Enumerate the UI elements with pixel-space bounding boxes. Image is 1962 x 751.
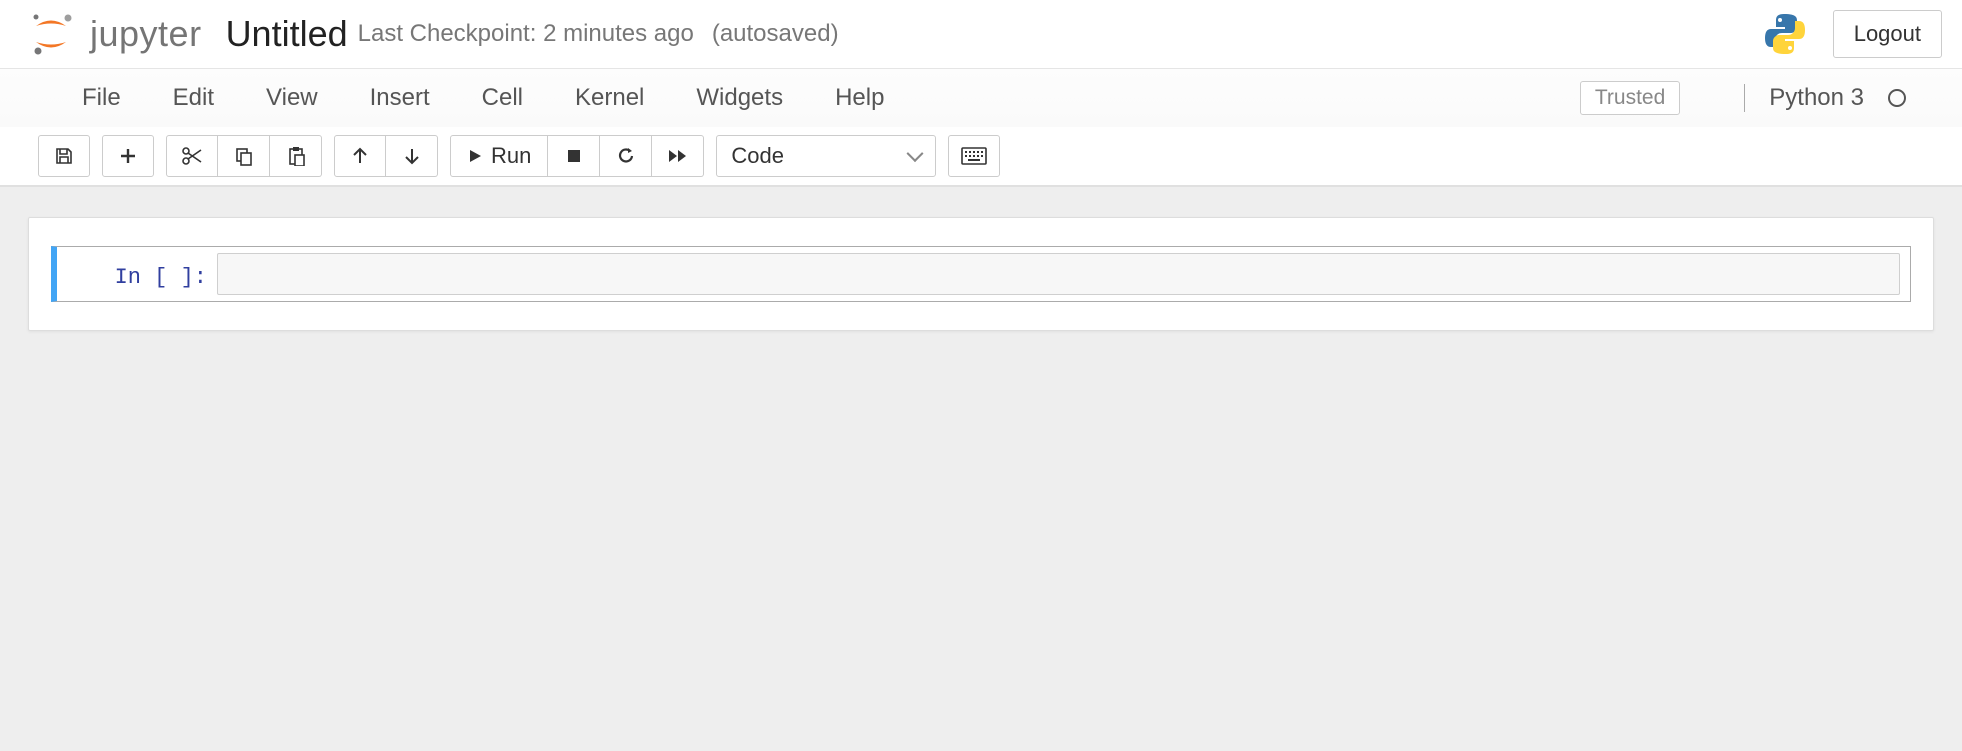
restart-button[interactable] [600,135,652,177]
copy-button[interactable] [218,135,270,177]
kernel-status-icon[interactable] [1888,89,1906,107]
move-down-button[interactable] [386,135,438,177]
kernel-name[interactable]: Python 3 [1769,84,1864,112]
menubar: File Edit View Insert Cell Kernel Widget… [28,69,1934,127]
menu-cell[interactable]: Cell [456,72,549,124]
jupyter-icon[interactable] [28,11,74,57]
run-button[interactable]: Run [450,135,548,177]
trusted-indicator[interactable]: Trusted [1580,81,1680,115]
python-icon [1761,10,1809,58]
plus-icon [118,146,138,166]
notebook-container: In [ ]: [28,217,1934,331]
cell-type-value: Code [731,143,784,169]
scissors-icon [181,146,203,166]
toolbar: Run Code [0,127,1962,186]
stop-icon [566,148,582,164]
autosave-status: (autosaved) [712,20,839,48]
keyboard-icon [961,147,987,165]
paste-button[interactable] [270,135,322,177]
insert-cell-button[interactable] [102,135,154,177]
menubar-container: File Edit View Insert Cell Kernel Widget… [0,69,1962,187]
menu-edit[interactable]: Edit [147,72,240,124]
checkpoint-status: Last Checkpoint: 2 minutes ago [358,20,694,48]
menu-insert[interactable]: Insert [344,72,456,124]
arrow-down-icon [403,147,421,165]
divider [1744,84,1745,112]
menu-widgets[interactable]: Widgets [670,72,809,124]
restart-icon [616,146,636,166]
logout-button[interactable]: Logout [1833,10,1942,58]
paste-icon [286,146,306,166]
cut-button[interactable] [166,135,218,177]
notebook-area: In [ ]: [0,187,1962,751]
copy-icon [234,146,254,166]
play-icon [467,148,483,164]
fast-forward-icon [667,148,689,164]
notebook-name[interactable]: Untitled [226,13,348,55]
menu-view[interactable]: View [240,72,344,124]
move-up-button[interactable] [334,135,386,177]
save-icon [54,146,74,166]
command-palette-button[interactable] [948,135,1000,177]
arrow-up-icon [351,147,369,165]
run-label: Run [491,143,531,169]
menu-kernel[interactable]: Kernel [549,72,670,124]
cell-input[interactable] [217,253,1900,295]
notebook-header: jupyter Untitled Last Checkpoint: 2 minu… [0,0,1962,69]
logo-area: jupyter [28,11,202,57]
restart-run-all-button[interactable] [652,135,704,177]
code-cell[interactable]: In [ ]: [51,246,1911,302]
interrupt-button[interactable] [548,135,600,177]
save-button[interactable] [38,135,90,177]
menu-help[interactable]: Help [809,72,910,124]
cell-prompt: In [ ]: [115,265,207,295]
cell-prompt-area: In [ ]: [57,253,217,295]
jupyter-wordmark[interactable]: jupyter [90,13,202,55]
cell-type-select[interactable]: Code [716,135,936,177]
menu-file[interactable]: File [56,72,147,124]
